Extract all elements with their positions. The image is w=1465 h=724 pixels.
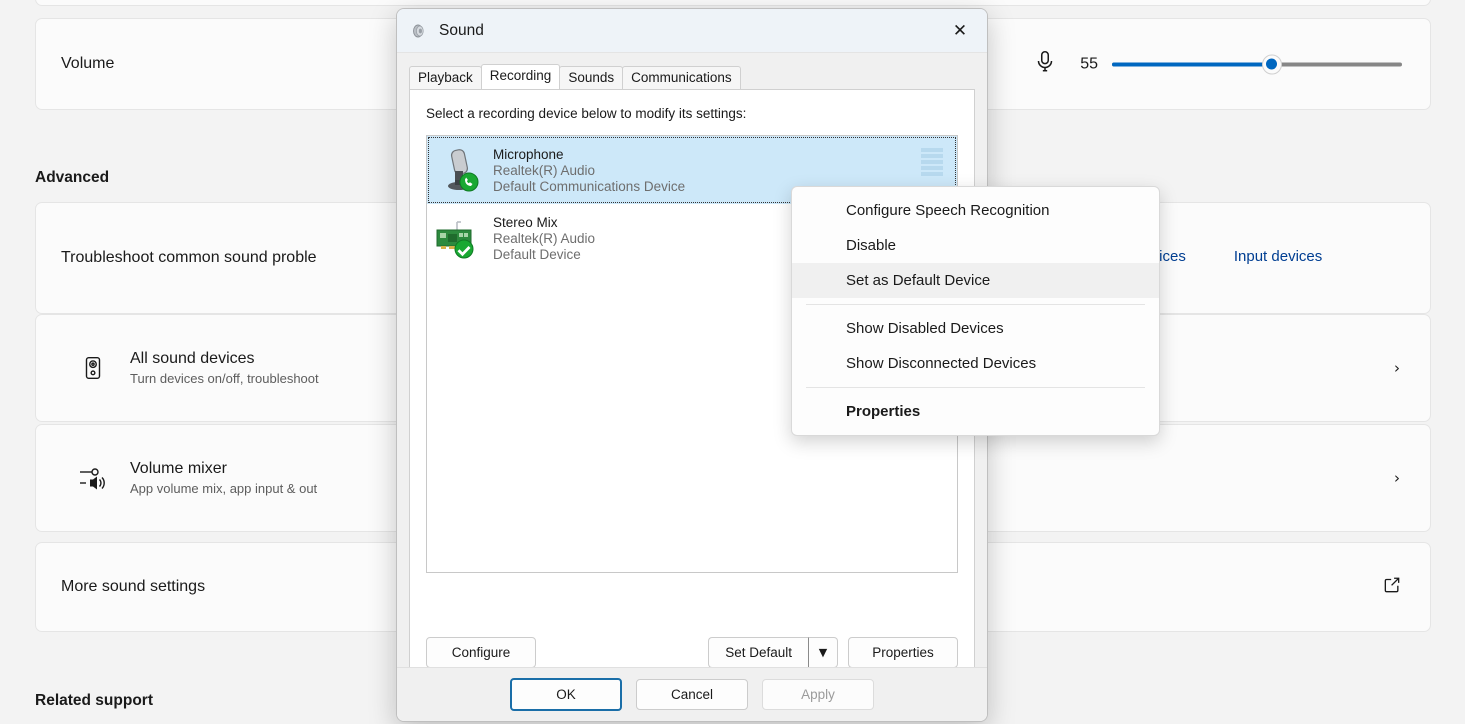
device-name: Microphone — [493, 146, 564, 162]
device-texts-stereo-mix: Stereo Mix Realtek(R) Audio Default Devi… — [493, 215, 595, 262]
menu-item-disable[interactable]: Disable — [792, 228, 1159, 263]
tab-playback[interactable]: Playback — [409, 66, 482, 89]
chevron-down-icon[interactable]: ▼ — [808, 637, 838, 668]
link-input-devices[interactable]: Input devices — [1234, 248, 1322, 265]
configure-button[interactable]: Configure — [426, 637, 536, 668]
dialog-title-bar: Sound ✕ — [397, 9, 987, 53]
device-description: Realtek(R) Audio — [493, 230, 596, 246]
menu-item-show-disabled-devices[interactable]: Show Disabled Devices — [792, 311, 1159, 346]
dialog-action-buttons: Configure Set Default ▼ Properties — [410, 637, 974, 668]
card-all-sound-devices-texts: All sound devices Turn devices on/off, t… — [130, 350, 319, 386]
slider-thumb[interactable] — [1261, 54, 1282, 74]
volume-slider[interactable] — [1112, 53, 1402, 75]
menu-item-configure-speech-recognition[interactable]: Configure Speech Recognition — [792, 193, 1159, 228]
set-default-split-button: Set Default ▼ — [708, 637, 838, 668]
tab-communications[interactable]: Communications — [622, 66, 741, 89]
device-description: Realtek(R) Audio — [493, 162, 596, 178]
device-state: Default Device — [493, 246, 581, 262]
device-links: devices Input devices — [1135, 248, 1322, 265]
tab-sounds[interactable]: Sounds — [559, 66, 624, 89]
volume-controls: 55 — [1032, 49, 1402, 80]
level-meter — [921, 148, 943, 176]
screen: Volume 55 Advanced Troubleshoot common s… — [0, 0, 1465, 724]
card-troubleshoot-title: Troubleshoot common sound proble — [61, 249, 317, 266]
device-context-menu: Configure Speech Recognition Disable Set… — [791, 186, 1160, 436]
menu-separator — [806, 304, 1145, 305]
sound-card-icon — [433, 212, 485, 264]
dialog-tabs: Playback Recording Sounds Communications — [409, 64, 987, 89]
card-partial-top — [35, 0, 1431, 6]
card-all-sound-devices-subtitle: Turn devices on/off, troubleshoot — [130, 371, 319, 386]
dialog-title: Sound — [439, 21, 484, 39]
volume-value: 55 — [1080, 55, 1098, 72]
microphone-device-icon — [433, 144, 485, 196]
volume-label: Volume — [61, 55, 115, 72]
section-heading-related-support: Related support — [35, 692, 153, 709]
menu-separator — [806, 387, 1145, 388]
card-all-sound-devices-title: All sound devices — [130, 350, 255, 367]
menu-item-properties[interactable]: Properties — [792, 394, 1159, 429]
close-icon[interactable]: ✕ — [939, 11, 981, 51]
volume-mixer-icon — [78, 463, 108, 493]
section-heading-advanced: Advanced — [35, 169, 110, 186]
set-default-button[interactable]: Set Default — [708, 637, 808, 668]
device-texts-microphone: Microphone Realtek(R) Audio Default Comm… — [493, 147, 685, 194]
external-link-icon — [1382, 575, 1402, 600]
slider-fill — [1112, 62, 1272, 66]
recording-hint: Select a recording device below to modif… — [426, 106, 747, 121]
card-volume-mixer-texts: Volume mixer App volume mix, app input &… — [130, 460, 317, 496]
menu-item-set-as-default-device[interactable]: Set as Default Device — [792, 263, 1159, 298]
apply-button: Apply — [762, 679, 874, 710]
chevron-right-icon: › — [1394, 469, 1400, 487]
chevron-right-icon: › — [1394, 359, 1400, 377]
properties-button[interactable]: Properties — [848, 637, 958, 668]
device-name: Stereo Mix — [493, 214, 558, 230]
dialog-footer: OK Cancel Apply — [397, 667, 987, 721]
tab-recording[interactable]: Recording — [480, 64, 561, 89]
card-volume-mixer-subtitle: App volume mix, app input & out — [130, 481, 318, 496]
card-more-sound-settings-title: More sound settings — [61, 578, 206, 595]
card-volume-mixer-title: Volume mixer — [130, 460, 227, 477]
ok-button[interactable]: OK — [510, 678, 622, 711]
cancel-button[interactable]: Cancel — [636, 679, 748, 710]
menu-item-show-disconnected-devices[interactable]: Show Disconnected Devices — [792, 346, 1159, 381]
speaker-device-icon — [78, 353, 108, 383]
speaker-icon — [411, 22, 429, 40]
microphone-icon — [1032, 49, 1058, 80]
device-state: Default Communications Device — [493, 178, 686, 194]
